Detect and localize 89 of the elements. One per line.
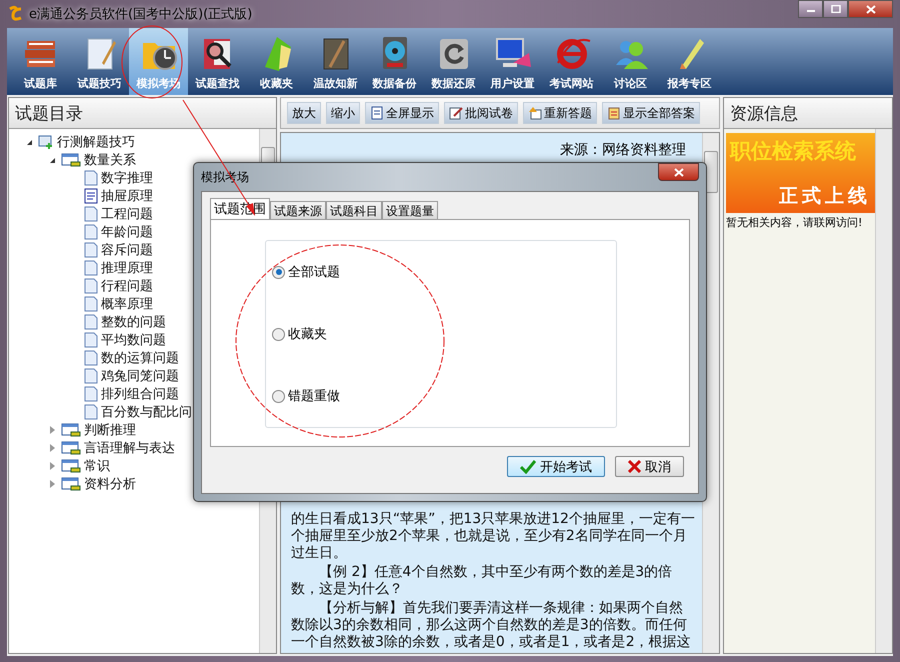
dialog-button[interactable]: 取消 (615, 456, 684, 477)
tree-item[interactable]: 行程问题 (101, 277, 153, 295)
status-message: 暂无相关内容，请联网访问! (726, 215, 864, 230)
close-button[interactable] (658, 163, 699, 181)
scrollbar[interactable] (875, 129, 892, 653)
radio-option[interactable]: 错题重做 (266, 387, 616, 405)
tree-item[interactable]: 平均数问题 (101, 331, 166, 349)
maximize-button[interactable] (823, 0, 848, 18)
toolbar-button[interactable]: 显示全部答案 (602, 102, 700, 124)
toolbar-button[interactable]: 试题技巧 (70, 28, 129, 95)
toolbar-button[interactable]: 放大 (287, 102, 321, 124)
page-icon (84, 386, 98, 402)
close-button[interactable] (848, 0, 893, 18)
maximize-icon (830, 5, 840, 13)
close-icon (866, 4, 876, 14)
page-icon (84, 242, 98, 258)
tree-item[interactable]: 行测解题技巧 (57, 133, 135, 151)
page-icon (84, 278, 98, 294)
expander-icon[interactable] (50, 158, 54, 162)
clipboard-icon (607, 106, 621, 120)
page-icon (84, 350, 98, 366)
toolbar-button[interactable]: 缩小 (326, 102, 360, 124)
page-icon (84, 332, 98, 348)
radio-option[interactable]: 全部试题 (266, 263, 616, 281)
tree-item[interactable]: 数字推理 (101, 169, 153, 187)
tree-item[interactable]: 年龄问题 (101, 223, 153, 241)
list-window-icon (61, 423, 81, 437)
tree-item[interactable]: 判断推理 (84, 421, 136, 439)
tree-item[interactable]: 工程问题 (101, 205, 153, 223)
article-paragraph: 【分析与解】首先我们要弄清这样一条规律：如果两个自然数除以3的余数相同，那么这两个自然数的差是3的倍数。而任何一个自然数被3除的余数，或者是0，或者是1，或者是2，根据这 (291, 600, 692, 651)
checkmark-icon (520, 460, 536, 474)
page-icon (84, 404, 98, 420)
dialog-button[interactable]: 开始考试 (507, 456, 605, 477)
list-window-icon (61, 441, 81, 455)
list-window-icon (61, 459, 81, 473)
panel-header: 试题目录 (9, 98, 276, 129)
tree-item[interactable]: 整数的问题 (101, 313, 166, 331)
toolbar-button[interactable]: 数据备份 (365, 28, 424, 95)
page-icon (84, 224, 98, 240)
page-icon (370, 106, 384, 120)
close-icon (674, 168, 684, 176)
document-icon (84, 188, 98, 204)
page-icon (84, 170, 98, 186)
tree-item[interactable]: 言语理解与表达 (84, 439, 175, 457)
toolbar-button[interactable]: 试题库 (11, 28, 70, 95)
toolbar-button[interactable]: 重新答题 (523, 102, 597, 124)
tree-item[interactable]: 资料分析 (84, 475, 136, 493)
article-paragraph: 的生日看成13只“苹果”，把13只苹果放进12个抽屉里，一定有一个抽屉里至少放2个苹果，也就是说，至少有2名同学在同一个月过生日。 (291, 511, 696, 562)
source-text: 来源：网络资料整理 (560, 141, 686, 159)
page-icon (84, 368, 98, 384)
page-icon (84, 314, 98, 330)
list-window-icon (61, 153, 81, 167)
page-icon (84, 260, 98, 276)
tree-item[interactable]: 抽屉原理 (101, 187, 153, 205)
list-window-icon (61, 477, 81, 491)
tab[interactable]: 试题来源 (270, 201, 326, 219)
tree-item[interactable]: 鸡兔同笼问题 (101, 367, 179, 385)
tree-item[interactable]: 推理原理 (101, 259, 153, 277)
page-icon (84, 296, 98, 312)
panel-header: 资源信息 (724, 98, 892, 129)
tree-item[interactable]: 百分数与配比问 (101, 403, 192, 421)
toolbar-button[interactable]: 报考专区 (660, 28, 719, 95)
cross-icon (628, 460, 641, 473)
radio-option[interactable]: 收藏夹 (266, 325, 616, 343)
expander-icon[interactable] (26, 140, 32, 144)
article-paragraph: 【例 2】任意4个自然数，其中至少有两个数的差是3的倍数，这是为什么？ (291, 564, 674, 598)
toolbar-button[interactable]: 讨论区 (601, 28, 660, 95)
tree-item[interactable]: 概率原理 (101, 295, 153, 313)
toolbar-button[interactable]: 用户设置 (483, 28, 542, 95)
minimize-button[interactable] (798, 0, 823, 18)
tab[interactable]: 试题科目 (326, 201, 382, 219)
toolbar-button[interactable]: 温故知新 (306, 28, 365, 95)
document-arrow-icon (528, 106, 542, 120)
tree-item[interactable]: 常识 (84, 457, 110, 475)
toolbar-button[interactable]: 试题查找 (188, 28, 247, 95)
page-icon (84, 206, 98, 222)
tree-item[interactable]: 数的运算问题 (101, 349, 179, 367)
toolbar-button[interactable]: 考试网站 (542, 28, 601, 95)
edit-icon (449, 106, 463, 120)
toolbar-button[interactable]: 全屏显示 (365, 102, 439, 124)
toolbar-button[interactable]: 收藏夹 (247, 28, 306, 95)
tab[interactable]: 设置题量 (382, 201, 438, 219)
window-title: e满通公务员软件(国考中公版)(正式版) (29, 6, 252, 23)
tree-item[interactable]: 排列组合问题 (101, 385, 179, 403)
toolbar-button[interactable]: 数据还原 (424, 28, 483, 95)
tree-item[interactable]: 容斥问题 (101, 241, 153, 259)
folder-plus-icon (38, 135, 54, 149)
toolbar-button[interactable]: 批阅试卷 (444, 102, 518, 124)
tree-item[interactable]: 数量关系 (84, 151, 136, 169)
